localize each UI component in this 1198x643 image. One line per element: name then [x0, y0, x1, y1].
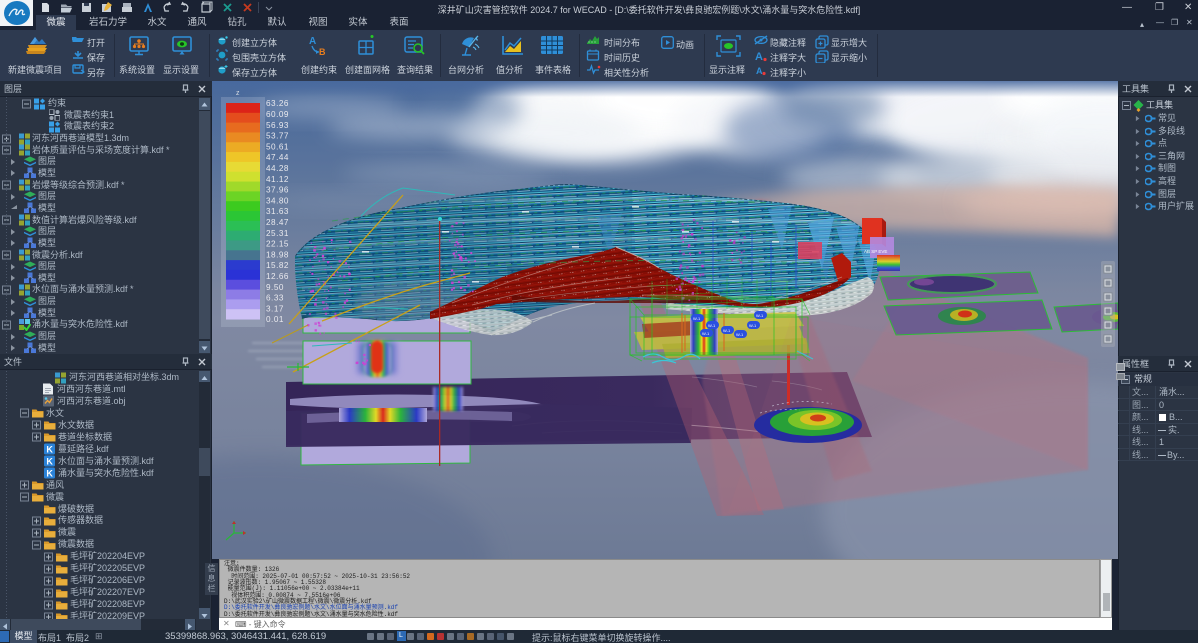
svg-text:22.15: 22.15 [266, 240, 289, 249]
svg-text:K: K [46, 469, 53, 479]
svg-text:12.66: 12.66 [266, 272, 289, 281]
svg-text:53.77: 53.77 [266, 132, 289, 141]
svg-text:63.26: 63.26 [266, 99, 289, 108]
svg-text:W-1: W-1 [723, 328, 731, 333]
svg-text:18.98: 18.98 [266, 250, 289, 259]
svg-text:50.61: 50.61 [266, 142, 289, 151]
svg-text:56.93: 56.93 [266, 121, 289, 130]
svg-text:41.12: 41.12 [266, 175, 289, 184]
svg-text:47.44: 47.44 [266, 153, 289, 162]
svg-text:z: z [236, 90, 240, 97]
svg-text:31.63: 31.63 [266, 207, 289, 216]
svg-text:K: K [46, 457, 53, 467]
svg-text:25.31: 25.31 [266, 229, 289, 238]
svg-text:37.96: 37.96 [266, 186, 289, 195]
svg-text:W-1: W-1 [693, 316, 701, 321]
svg-text:A: A [756, 66, 763, 76]
svg-text:W-1: W-1 [708, 323, 716, 328]
svg-text:3.17: 3.17 [266, 304, 284, 313]
svg-text:6.33: 6.33 [266, 294, 284, 303]
svg-text:A: A [755, 51, 763, 63]
svg-text:60.09: 60.09 [266, 110, 289, 119]
svg-text:0.01: 0.01 [266, 315, 284, 324]
svg-text:28.47: 28.47 [266, 218, 289, 227]
svg-text:44.28: 44.28 [266, 164, 289, 173]
svg-text:34.80: 34.80 [266, 196, 289, 205]
svg-text:W-1: W-1 [756, 313, 764, 318]
svg-text:W-1: W-1 [702, 331, 710, 336]
svg-text:AB SP EVE: AB SP EVE [864, 249, 887, 254]
svg-text:K: K [46, 445, 53, 455]
svg-text:A: A [309, 36, 316, 47]
svg-text:15.82: 15.82 [266, 261, 289, 270]
svg-text:9.50: 9.50 [266, 283, 284, 292]
svg-text:W-1: W-1 [736, 332, 744, 337]
svg-text:W-1: W-1 [749, 323, 757, 328]
svg-text:B: B [319, 47, 326, 57]
